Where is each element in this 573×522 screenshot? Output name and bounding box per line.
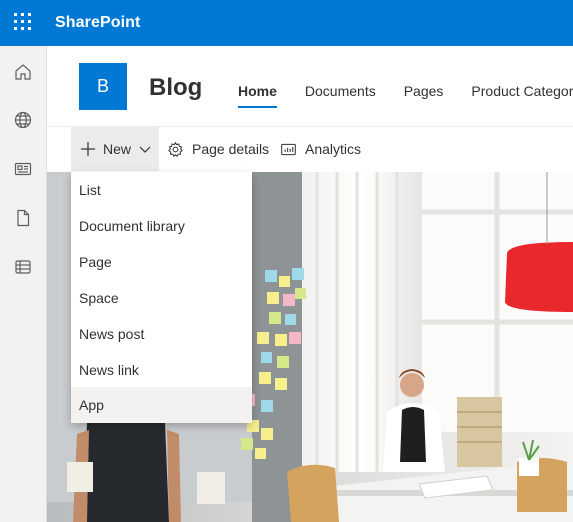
news-icon[interactable] bbox=[0, 149, 46, 189]
nav-item-documents[interactable]: Documents bbox=[305, 82, 376, 100]
site-navigation: Home Documents Pages Product Category bbox=[238, 82, 573, 108]
suite-title[interactable]: SharePoint bbox=[55, 14, 140, 32]
menu-item-space[interactable]: Space bbox=[71, 280, 252, 316]
chevron-down-icon bbox=[139, 146, 151, 153]
page-details-label: Page details bbox=[192, 141, 270, 157]
new-button[interactable]: New bbox=[71, 127, 159, 171]
site-logo[interactable]: B bbox=[79, 63, 127, 110]
site-title[interactable]: Blog bbox=[149, 74, 202, 102]
plus-icon bbox=[81, 142, 95, 156]
page-details-button[interactable]: Page details bbox=[167, 127, 269, 171]
file-icon[interactable] bbox=[0, 198, 46, 238]
globe-icon[interactable] bbox=[0, 100, 46, 140]
menu-item-page[interactable]: Page bbox=[71, 244, 252, 280]
red-lamp bbox=[505, 242, 573, 312]
nav-item-pages[interactable]: Pages bbox=[404, 82, 444, 100]
analytics-icon bbox=[281, 143, 296, 155]
gear-icon bbox=[168, 141, 183, 157]
menu-item-news-post[interactable]: News post bbox=[71, 316, 252, 352]
site-header: B Blog Home Documents Pages Product Cate… bbox=[47, 46, 573, 127]
app-launcher-icon[interactable] bbox=[14, 13, 32, 31]
menu-item-news-link[interactable]: News link bbox=[71, 352, 252, 388]
nav-item-product-category[interactable]: Product Category bbox=[471, 82, 573, 100]
nav-item-home[interactable]: Home bbox=[238, 82, 277, 108]
lists-icon[interactable] bbox=[0, 247, 46, 287]
new-dropdown-menu: List Document library Page Space News po… bbox=[71, 172, 252, 423]
suite-bar: SharePoint bbox=[0, 0, 573, 46]
command-bar: New Page details Analytics bbox=[47, 127, 573, 172]
app-bar bbox=[0, 46, 47, 522]
analytics-label: Analytics bbox=[305, 141, 362, 157]
menu-item-document-library[interactable]: Document library bbox=[71, 208, 252, 244]
analytics-button[interactable]: Analytics bbox=[280, 127, 361, 171]
menu-item-list[interactable]: List bbox=[71, 172, 252, 208]
menu-item-app[interactable]: App bbox=[71, 387, 252, 423]
new-button-label: New bbox=[103, 141, 132, 157]
home-icon[interactable] bbox=[0, 52, 46, 92]
